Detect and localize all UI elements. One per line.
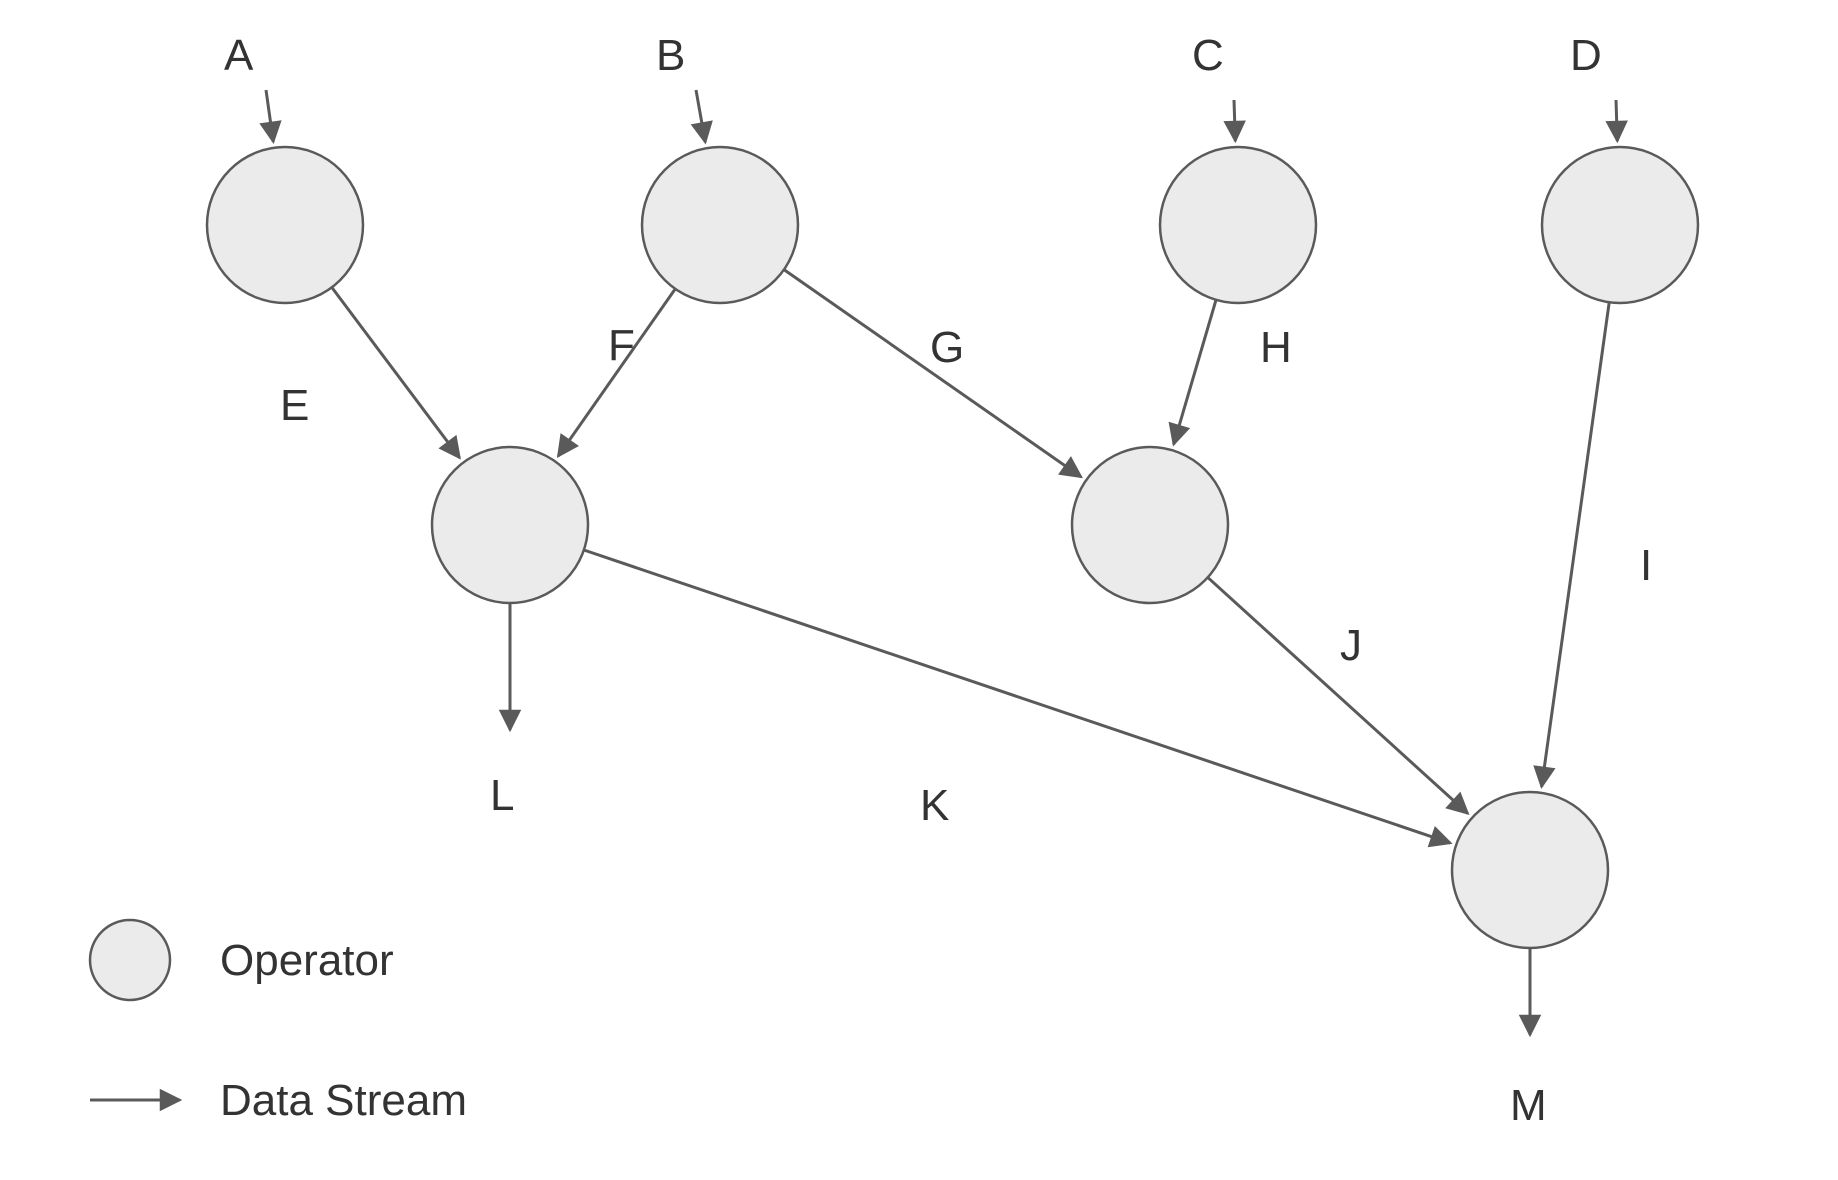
edge-c xyxy=(1234,100,1235,141)
legend-stream-label: Data Stream xyxy=(220,1076,467,1125)
edge-h xyxy=(1174,300,1216,445)
edge-e xyxy=(332,287,460,457)
edge-i xyxy=(1542,302,1610,787)
edge-label-k: K xyxy=(920,781,949,830)
edge-label-c: C xyxy=(1192,31,1224,80)
edge-a xyxy=(266,90,273,142)
edge-label-e: E xyxy=(280,381,309,430)
edge-f xyxy=(558,289,675,456)
operator-node-n5 xyxy=(432,447,588,603)
legend-operator-icon xyxy=(90,920,170,1000)
operator-node-n2 xyxy=(642,147,798,303)
operator-node-n6 xyxy=(1072,447,1228,603)
operator-node-n7 xyxy=(1452,792,1608,948)
operator-diagram: A B C D E F G H I J K L M Operator Data Stream xyxy=(0,0,1838,1180)
edge-d xyxy=(1616,100,1617,141)
edge-label-a: A xyxy=(224,31,254,80)
edge-label-l: L xyxy=(490,771,514,820)
edge-label-i: I xyxy=(1640,541,1652,590)
edge-label-h: H xyxy=(1260,323,1292,372)
edge-label-m: M xyxy=(1510,1081,1547,1130)
operator-node-n4 xyxy=(1542,147,1698,303)
edge-label-j: J xyxy=(1340,621,1362,670)
edge-label-f: F xyxy=(608,321,635,370)
edge-label-g: G xyxy=(930,323,964,372)
operator-node-n3 xyxy=(1160,147,1316,303)
legend-operator-label: Operator xyxy=(220,936,394,985)
edge-b xyxy=(696,90,705,142)
edge-label-b: B xyxy=(656,31,685,80)
edge-k xyxy=(584,550,1451,843)
edge-j xyxy=(1208,577,1468,813)
edge-g xyxy=(784,270,1081,477)
edge-label-d: D xyxy=(1570,31,1602,80)
operator-node-n1 xyxy=(207,147,363,303)
